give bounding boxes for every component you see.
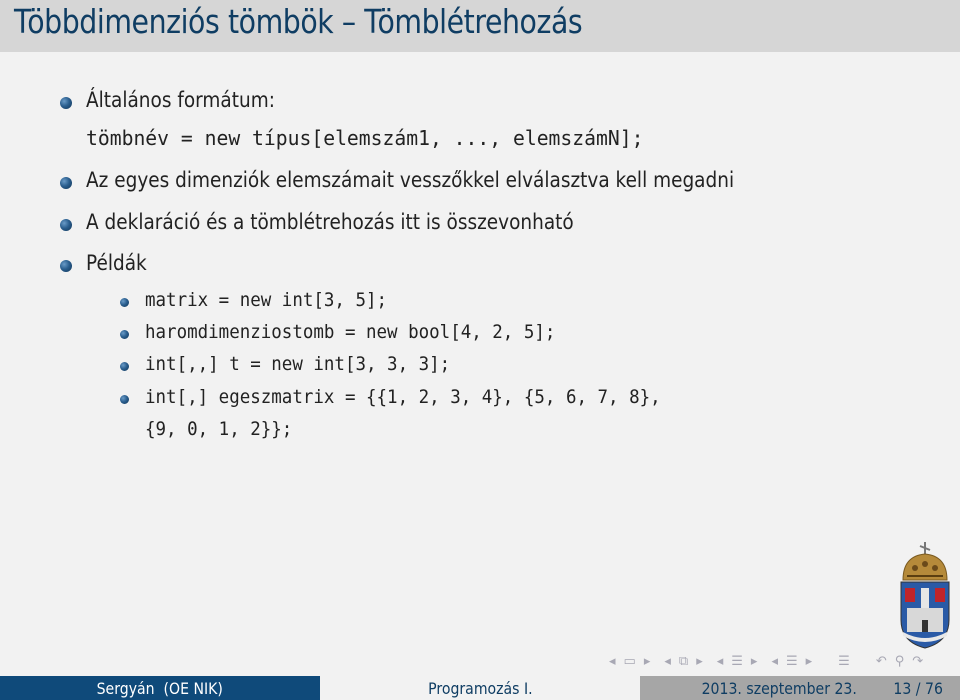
bullet-dimensions: Az egyes dimenziók elemszámait vesszőkke… — [86, 168, 822, 192]
footer-date-page: 2013. szeptember 23. 13 / 76 — [640, 676, 960, 700]
nav-prev-icon[interactable]: ◂ — [609, 654, 616, 669]
bullet-icon — [60, 97, 72, 109]
example-line: int[,] egeszmatrix = {{1, 2, 3, 4}, {5, … — [145, 386, 706, 408]
title-bar: Többdimenziós tömbök – Tömblétrehozás — [0, 0, 960, 52]
back-icon[interactable]: ↶ — [876, 654, 887, 669]
nav-next-icon[interactable]: ▸ — [644, 654, 651, 669]
nav-next-icon[interactable]: ▸ — [751, 654, 758, 669]
sub-bullet-icon — [120, 362, 129, 371]
author-text: Sergyán (OE NIK) — [96, 678, 224, 698]
example-line: int[,,] t = new int[3, 3, 3]; — [145, 353, 477, 375]
footer: Sergyán (OE NIK) Programozás I. 2013. sz… — [0, 676, 960, 700]
slide-title: Többdimenziós tömbök – Tömblétrehozás — [14, 2, 583, 41]
bullet-declaration: A deklaráció és a tömblétrehozás itt is … — [86, 210, 640, 234]
course-text: Programozás I. — [427, 678, 533, 698]
page-number: 13 / 76 — [893, 678, 943, 698]
sub-bullet-icon — [120, 330, 129, 339]
footer-author: Sergyán (OE NIK) — [0, 676, 320, 700]
code-text: tömbnév = new típus[elemszám1, ..., elem… — [86, 126, 644, 150]
bullet-examples: Példák — [86, 251, 155, 275]
crown-cross-icon — [919, 542, 931, 554]
section-icon[interactable]: ☰ — [731, 654, 743, 669]
frame-icon[interactable]: ▭ — [624, 654, 636, 669]
example-line: haromdimenziostomb = new bool[4, 2, 5]; — [145, 321, 591, 343]
bullet-text: Példák — [86, 251, 147, 275]
document-icon[interactable]: ☰ — [786, 654, 798, 669]
example-line: matrix = new int[3, 5]; — [145, 289, 408, 311]
beamer-navigation-bar: ◂ ▭ ▸ ◂ ⧉ ▸ ◂ ☰ ▸ ◂ ☰ ▸ ☰ ↶ ⚲ ↷ — [605, 650, 927, 672]
nav-prev-icon[interactable]: ◂ — [717, 654, 724, 669]
example-line-continuation: {9, 0, 1, 2}}; — [145, 418, 305, 440]
example-text: haromdimenziostomb = new bool[4, 2, 5]; — [145, 321, 556, 343]
bullet-icon — [60, 177, 72, 189]
nav-prev-icon[interactable]: ◂ — [771, 654, 778, 669]
appendix-icon[interactable]: ☰ — [838, 654, 850, 669]
sub-bullet-icon — [120, 298, 129, 307]
search-icon[interactable]: ⚲ — [895, 654, 905, 669]
date-text: 2013. szeptember 23. — [701, 678, 858, 698]
university-crest-logo — [900, 542, 950, 649]
bullet-text: A deklaráció és a tömblétrehozás itt is … — [86, 210, 574, 234]
bullet-icon — [60, 260, 72, 272]
forward-icon[interactable]: ↷ — [912, 654, 923, 669]
nav-prev-icon[interactable]: ◂ — [664, 654, 671, 669]
footer-course: Programozás I. — [320, 676, 640, 700]
example-text: matrix = new int[3, 5]; — [145, 289, 388, 311]
example-text: int[,,] t = new int[3, 3, 3]; — [145, 353, 451, 375]
subsection-icon[interactable]: ⧉ — [679, 654, 688, 669]
sub-bullet-icon — [120, 395, 129, 404]
nav-next-icon[interactable]: ▸ — [696, 654, 703, 669]
bullet-text: Az egyes dimenziók elemszámait vesszőkke… — [86, 168, 735, 192]
nav-next-icon[interactable]: ▸ — [806, 654, 813, 669]
example-text: {9, 0, 1, 2}}; — [145, 418, 293, 440]
bullet-icon — [60, 219, 72, 231]
bullet-text: Általános formátum: — [86, 88, 275, 112]
example-text: int[,] egeszmatrix = {{1, 2, 3, 4}, {5, … — [145, 386, 661, 408]
bullet-general-format: Általános formátum: — [86, 88, 301, 112]
general-format-code: tömbnév = new típus[elemszám1, ..., elem… — [86, 126, 652, 150]
